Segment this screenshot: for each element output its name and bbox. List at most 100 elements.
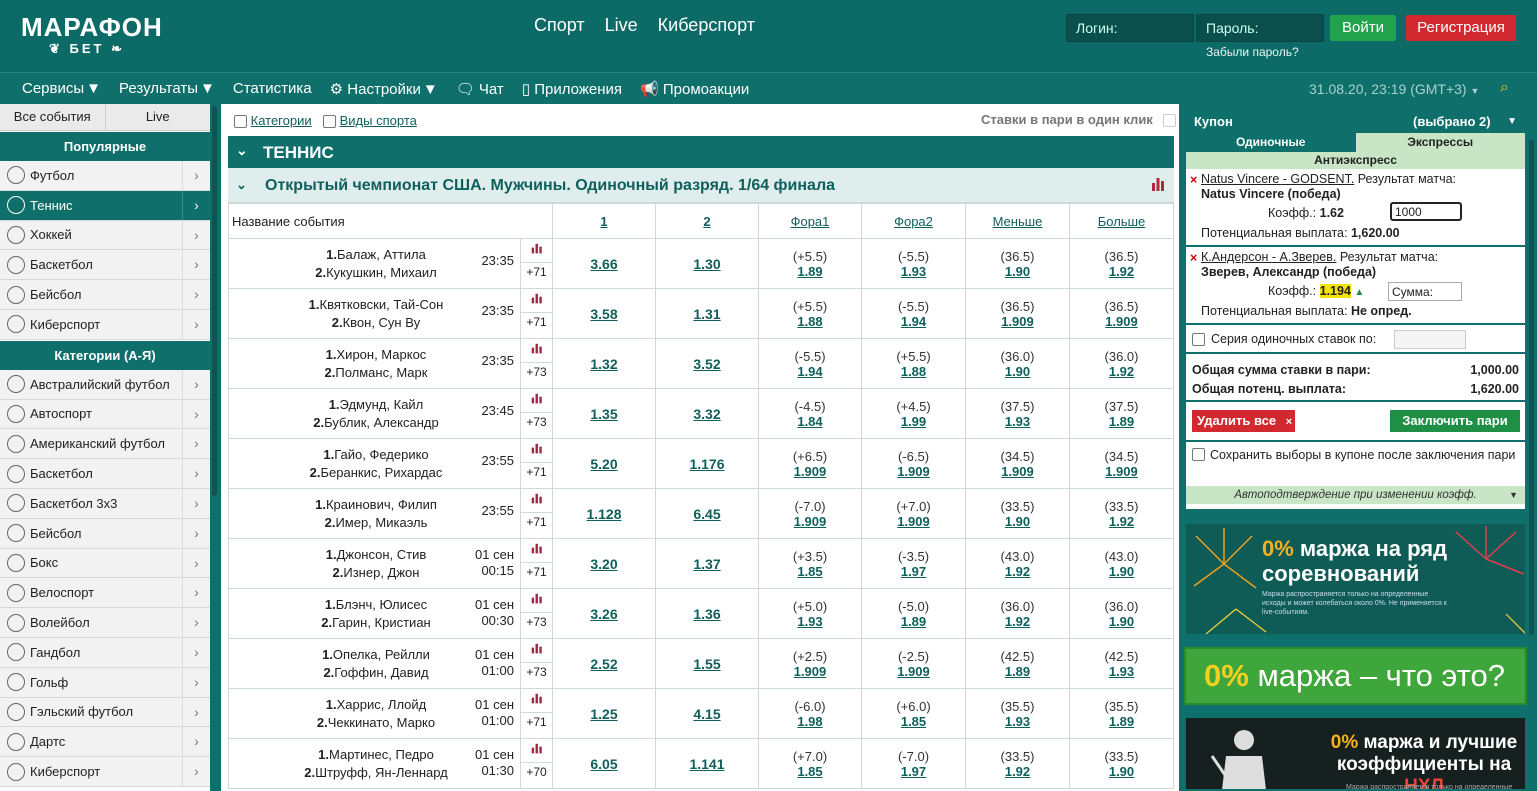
nav-sport[interactable]: Спорт <box>534 15 585 36</box>
sidebar-item[interactable]: Волейбол › <box>0 608 210 638</box>
odd-cell[interactable]: (+5.5) 1.89 <box>758 238 862 289</box>
chevron-right-icon[interactable]: › <box>182 608 210 637</box>
sidebar-item[interactable]: Автоспорт › <box>0 399 210 430</box>
more-markets[interactable]: +73 <box>521 365 552 379</box>
odd-cell[interactable]: (37.5) 1.89 <box>1069 388 1174 439</box>
tab-express[interactable]: Экспрессы <box>1355 133 1525 152</box>
chevron-right-icon[interactable]: › <box>182 518 210 548</box>
sidebar-item[interactable]: Баскетбол › <box>0 459 210 489</box>
menu-chat[interactable]: 🗨 Чат <box>456 80 504 98</box>
more-markets[interactable]: +70 <box>521 765 552 779</box>
tab-anti-express[interactable]: Антиэкспресс <box>1186 152 1525 169</box>
search-icon[interactable]: ⌕ <box>1500 79 1509 97</box>
sidebar-item[interactable]: Бейсбол › <box>0 518 210 549</box>
odd-cell[interactable]: (+7.0) 1.909 <box>861 488 966 539</box>
menu-promo[interactable]: 📢 Промоакции <box>640 80 749 98</box>
odd-cell[interactable]: 4.15 <box>655 688 759 739</box>
filter-categories[interactable]: Категории <box>234 113 312 129</box>
delete-all-button[interactable]: Удалить все × <box>1192 410 1295 432</box>
odd-cell[interactable]: (-6.0) 1.98 <box>758 688 862 739</box>
more-markets[interactable]: +71 <box>521 265 552 279</box>
event-name[interactable]: 1.Хирон, Маркос 2.Полманс, Марк 23:35 <box>228 338 521 389</box>
odd-cell[interactable]: (34.5) 1.909 <box>1069 438 1174 489</box>
odd-cell[interactable]: (36.0) 1.90 <box>965 338 1070 389</box>
odd-cell[interactable]: (36.5) 1.92 <box>1069 238 1174 289</box>
sidebar-item[interactable]: Велоспорт › <box>0 578 210 609</box>
bet-match-link[interactable]: К.Андерсон - А.Зверев. <box>1201 250 1336 264</box>
col-1[interactable]: 1 <box>552 203 656 239</box>
odd-cell[interactable]: (35.5) 1.89 <box>1069 688 1174 739</box>
stats-icon[interactable] <box>1151 177 1165 191</box>
chevron-right-icon[interactable]: › <box>182 757 210 786</box>
event-name[interactable]: 1.Балаж, Аттила 2.Кукушкин, Михаил 23:35 <box>228 238 521 289</box>
more-markets[interactable]: +71 <box>521 715 552 729</box>
chevron-right-icon[interactable]: › <box>182 429 210 459</box>
odd-cell[interactable]: (35.5) 1.93 <box>965 688 1070 739</box>
odd-cell[interactable]: (33.5) 1.90 <box>965 488 1070 539</box>
odd-cell[interactable]: 3.26 <box>552 588 656 639</box>
odd-cell[interactable]: 1.25 <box>552 688 656 739</box>
odd-cell[interactable]: 3.66 <box>552 238 656 289</box>
chevron-right-icon[interactable]: › <box>182 697 210 727</box>
col-under[interactable]: Меньше <box>965 203 1070 239</box>
chevron-right-icon[interactable]: › <box>182 727 210 757</box>
chevron-right-icon[interactable]: › <box>182 369 210 399</box>
competition-header[interactable]: ⌄ Открытый чемпионат США. Мужчины. Одино… <box>228 168 1174 203</box>
chevron-right-icon[interactable]: › <box>182 190 210 220</box>
odd-cell[interactable]: 1.32 <box>552 338 656 389</box>
auto-confirm-selector[interactable]: Автоподтверждение при изменении коэфф. ▼ <box>1186 486 1525 504</box>
stats-icon[interactable] <box>521 739 552 763</box>
sidebar-item[interactable]: Американский футбол › <box>0 429 210 460</box>
odd-cell[interactable]: (+4.5) 1.99 <box>861 388 966 439</box>
event-name[interactable]: 1.Блэнч, Юлисес 2.Гарин, Кристиан 01 сен 00… <box>228 588 521 639</box>
odd-cell[interactable]: 6.45 <box>655 488 759 539</box>
menu-services[interactable]: Сервисы ▼ <box>22 80 101 98</box>
chevron-right-icon[interactable]: › <box>182 488 210 518</box>
odd-cell[interactable]: (34.5) 1.909 <box>965 438 1070 489</box>
odd-cell[interactable]: 1.35 <box>552 388 656 439</box>
nav-live[interactable]: Live <box>605 15 638 36</box>
sidebar-item[interactable]: Гэльский футбол › <box>0 697 210 728</box>
stats-icon[interactable] <box>521 439 552 463</box>
odd-cell[interactable]: (-5.5) 1.94 <box>861 288 966 339</box>
forgot-password-link[interactable]: Забыли пароль? <box>1206 45 1299 59</box>
chevron-right-icon[interactable]: › <box>182 250 210 280</box>
stats-icon[interactable] <box>521 489 552 513</box>
place-bet-button[interactable]: Заключить пари <box>1390 410 1520 432</box>
promo-banner-2[interactable]: 0% маржа – что это? <box>1184 647 1527 705</box>
stats-icon[interactable] <box>521 539 552 563</box>
odd-cell[interactable]: (36.0) 1.92 <box>965 588 1070 639</box>
bet-match-link[interactable]: Natus Vincere - GODSENT. <box>1201 172 1354 186</box>
odd-cell[interactable]: 3.58 <box>552 288 656 339</box>
sidebar-item[interactable]: Баскетбол › <box>0 250 210 281</box>
more-markets[interactable]: +73 <box>521 415 552 429</box>
sidebar-item[interactable]: Дартс › <box>0 727 210 758</box>
odd-cell[interactable]: 1.128 <box>552 488 656 539</box>
chevron-right-icon[interactable]: › <box>182 220 210 250</box>
stats-icon[interactable] <box>521 339 552 363</box>
event-name[interactable]: 1.Эдмунд, Кайл 2.Бублик, Александр 23:45 <box>228 388 521 439</box>
chevron-right-icon[interactable]: › <box>182 637 210 667</box>
more-markets[interactable]: +71 <box>521 515 552 529</box>
col-handicap1[interactable]: Фора1 <box>758 203 862 239</box>
odd-cell[interactable]: (+5.5) 1.88 <box>861 338 966 389</box>
menu-statistics[interactable]: Статистика <box>233 80 312 98</box>
stats-icon[interactable] <box>521 689 552 713</box>
promo-banner-1[interactable]: 0% маржа на ряд соревнований Маржа распр… <box>1184 522 1527 636</box>
nav-esports[interactable]: Киберспорт <box>658 15 755 36</box>
save-checkbox[interactable] <box>1192 448 1205 461</box>
sidebar-item[interactable]: Теннис › <box>0 190 210 221</box>
login-button[interactable]: Войти <box>1330 15 1396 41</box>
odd-cell[interactable]: (42.5) 1.89 <box>965 638 1070 689</box>
chevron-right-icon[interactable]: › <box>182 161 210 190</box>
tab-all-events[interactable]: Все события <box>0 104 105 130</box>
odd-cell[interactable]: 1.55 <box>655 638 759 689</box>
odd-cell[interactable]: (36.0) 1.92 <box>1069 338 1174 389</box>
remove-bet-icon[interactable]: × <box>1190 173 1197 187</box>
event-name[interactable]: 1.Опелка, Рейлли 2.Гоффин, Давид 01 сен 01:… <box>228 638 521 689</box>
odd-cell[interactable]: 3.32 <box>655 388 759 439</box>
odd-cell[interactable]: (+5.0) 1.93 <box>758 588 862 639</box>
odd-cell[interactable]: (-4.5) 1.84 <box>758 388 862 439</box>
login-input[interactable]: Логин: <box>1066 14 1194 42</box>
chevron-right-icon[interactable]: › <box>182 548 210 578</box>
